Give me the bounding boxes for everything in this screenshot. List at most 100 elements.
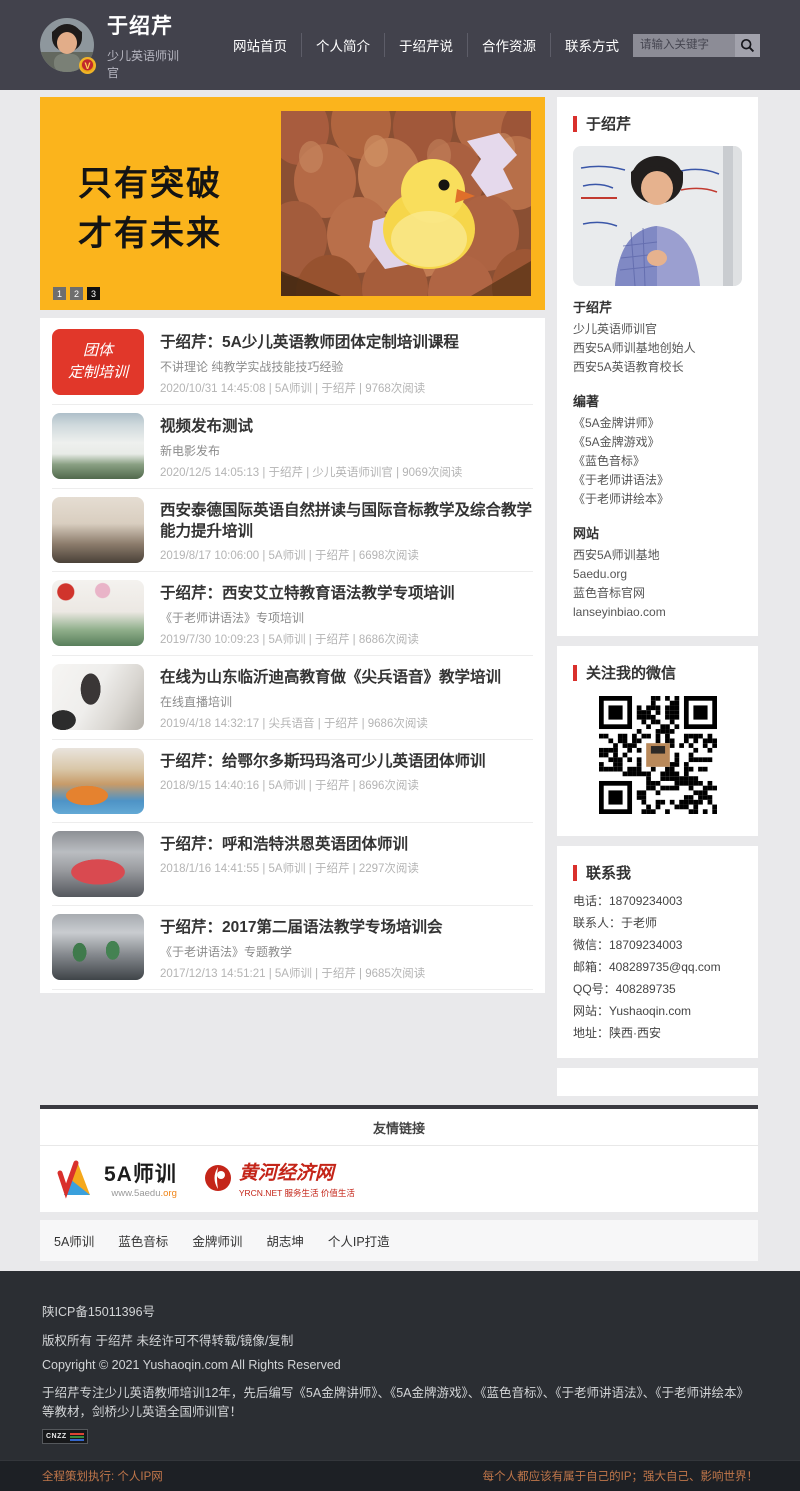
site-title: 于绍芹: [107, 10, 189, 40]
banner-carousel[interactable]: 只有突破 才有未来: [40, 97, 545, 310]
book-item: 《5A金牌讲师》: [573, 414, 742, 433]
article-row[interactable]: 于绍芹：给鄂尔多斯玛玛洛可少儿英语团体师训 2018/9/15 14:40:16…: [52, 740, 533, 823]
contact-line: 网站：Yushaoqin.com: [573, 1000, 742, 1022]
article-row[interactable]: 视频发布测试 新电影发布 2020/12/5 14:05:13 | 于绍芹 | …: [52, 405, 533, 489]
article-meta: 2019/8/17 10:06:00 | 5A师训 | 于绍芹 | 6698次阅…: [160, 547, 533, 563]
banner-page-dot[interactable]: 2: [70, 287, 83, 300]
nav-item[interactable]: 合作资源: [467, 33, 550, 57]
tag-link[interactable]: 蓝色音标: [118, 1231, 168, 1250]
article-meta: 2019/7/30 10:09:23 | 5A师训 | 于绍芹 | 8686次阅…: [160, 631, 533, 647]
friend-links-section: 友情链接 5A师训 www.5aedu.org 黄河经济网 YRCN.NET 服…: [40, 1105, 758, 1212]
bottom-bar-left: 全程策划执行: 个人IP网: [42, 1468, 163, 1484]
contact-line: QQ号：408289735: [573, 978, 742, 1000]
tag-links-row: 5A师训 蓝色音标 金牌师训 胡志坤 个人IP打造: [40, 1220, 758, 1261]
article-meta: 2019/4/18 14:32:17 | 尖兵语音 | 于绍芹 | 9686次阅…: [160, 715, 533, 731]
article-meta: 2020/12/5 14:05:13 | 于绍芹 | 少儿英语师训官 | 906…: [160, 464, 533, 480]
article-thumbnail[interactable]: [52, 664, 144, 730]
article-title[interactable]: 西安泰德国际英语自然拼读与国际音标教学及综合教学能力提升培训: [160, 500, 533, 542]
article-row[interactable]: 团体 定制培训 于绍芹：5A少儿英语教师团体定制培训课程 不讲理论 纯教学实战技…: [52, 321, 533, 405]
yellow-river-logo-sub: YRCN.NET 服务生活 价值生活: [239, 1187, 355, 1199]
search-icon: [740, 38, 755, 53]
article-thumbnail[interactable]: [52, 580, 144, 646]
wechat-heading: 关注我的微信: [573, 658, 742, 683]
5a-logo-name: 5A师训: [104, 1158, 177, 1188]
wechat-qr-code: [599, 696, 717, 814]
article-title[interactable]: 在线为山东临沂迪高教育做《尖兵语音》教学培训: [160, 667, 533, 688]
article-subtitle: 《于老讲语法》专题教学: [160, 943, 533, 960]
yellow-river-logo-name: 黄河经济网: [239, 1158, 355, 1185]
book-item: 《于老师讲绘本》: [573, 490, 742, 509]
footer-line: Copyright © 2021 Yushaoqin.com All Right…: [42, 1358, 758, 1372]
footer-line: 版权所有 于绍芹 未经许可不得转载/镜像/复制: [42, 1330, 758, 1349]
avatar[interactable]: V: [40, 18, 94, 72]
search-button[interactable]: [735, 34, 760, 57]
nav-item[interactable]: 网站首页: [219, 33, 301, 57]
nav-item[interactable]: 联系方式: [550, 33, 633, 57]
site-item[interactable]: lanseyinbiao.com: [573, 603, 742, 622]
wechat-card: 关注我的微信: [557, 646, 758, 836]
tag-link[interactable]: 5A师训: [54, 1231, 94, 1250]
article-row[interactable]: 于绍芹：西安艾立特教育语法教学专项培训 《于老师讲语法》专项培训 2019/7/…: [52, 572, 533, 656]
article-thumbnail[interactable]: 团体 定制培训: [52, 329, 144, 395]
site-header: V 于绍芹 少儿英语师训官 网站首页个人简介于绍芹说合作资源联系方式: [0, 0, 800, 90]
article-thumbnail[interactable]: [52, 748, 144, 814]
article-thumbnail[interactable]: [52, 831, 144, 897]
logo-5a-shixun[interactable]: 5A师训 www.5aedu.org: [56, 1157, 177, 1199]
cnzz-label: CNZZ: [46, 1433, 67, 1440]
banner-page-dot[interactable]: 1: [53, 287, 66, 300]
books-heading: 编著: [573, 391, 742, 410]
article-thumbnail[interactable]: [52, 914, 144, 980]
article-thumbnail[interactable]: [52, 413, 144, 479]
profile-photo: [573, 146, 742, 286]
contact-heading: 联系我: [573, 858, 742, 883]
contact-line: 微信：18709234003: [573, 934, 742, 956]
contact-line: 邮箱：408289735@qq.com: [573, 956, 742, 978]
contact-list: 电话：18709234003联系人：于老师微信：18709234003邮箱：40…: [573, 890, 742, 1044]
verified-badge-icon: V: [79, 57, 96, 74]
book-item: 《5A金牌游戏》: [573, 433, 742, 452]
sites-list: 西安5A师训基地5aedu.org蓝色音标官网lanseyinbiao.com: [573, 546, 742, 622]
banner-page-dot[interactable]: 3: [87, 287, 100, 300]
article-title[interactable]: 视频发布测试: [160, 416, 533, 437]
search-input[interactable]: [633, 34, 735, 57]
article-meta: 2017/12/13 14:51:21 | 5A师训 | 于绍芹 | 9685次…: [160, 965, 533, 981]
book-item: 《于老师讲语法》: [573, 471, 742, 490]
article-title[interactable]: 于绍芹：给鄂尔多斯玛玛洛可少儿英语团体师训: [160, 751, 533, 772]
search-box: [633, 34, 760, 57]
tag-link[interactable]: 金牌师训: [192, 1231, 242, 1250]
tag-link[interactable]: 胡志坤: [266, 1231, 304, 1250]
article-thumbnail[interactable]: [52, 497, 144, 563]
logo-yellow-river[interactable]: 黄河经济网 YRCN.NET 服务生活 价值生活: [203, 1158, 355, 1199]
site-item[interactable]: 蓝色音标官网: [573, 584, 742, 603]
contact-line: 电话：18709234003: [573, 890, 742, 912]
nav-item[interactable]: 于绍芹说: [384, 33, 467, 57]
article-row[interactable]: 西安泰德国际英语自然拼读与国际音标教学及综合教学能力提升培训 2019/8/17…: [52, 489, 533, 572]
banner-pagination: 123: [53, 287, 100, 300]
article-title[interactable]: 于绍芹：西安艾立特教育语法教学专项培训: [160, 583, 533, 604]
nav-item[interactable]: 个人简介: [301, 33, 384, 57]
contact-line: 地址：陕西·西安: [573, 1022, 742, 1044]
tag-link[interactable]: 个人IP打造: [328, 1231, 390, 1250]
thumbnail-text: 团体 定制培训: [68, 340, 128, 384]
article-title[interactable]: 于绍芹：5A少儿英语教师团体定制培训课程: [160, 332, 533, 353]
profile-card: 于绍芹: [557, 97, 758, 636]
article-title[interactable]: 于绍芹：2017第二届语法教学专场培训会: [160, 917, 533, 938]
article-meta: 2018/1/16 14:41:55 | 5A师训 | 于绍芹 | 2297次阅…: [160, 860, 533, 876]
article-row[interactable]: 于绍芹：2017第二届语法教学专场培训会 《于老讲语法》专题教学 2017/12…: [52, 906, 533, 990]
book-item: 《蓝色音标》: [573, 452, 742, 471]
profile-role: 少儿英语师训官: [573, 320, 742, 339]
cnzz-stats-badge[interactable]: CNZZ: [42, 1429, 88, 1444]
site-item[interactable]: 西安5A师训基地: [573, 546, 742, 565]
books-list: 《5A金牌讲师》《5A金牌游戏》《蓝色音标》《于老师讲语法》《于老师讲绘本》: [573, 414, 742, 509]
site-item[interactable]: 5aedu.org: [573, 565, 742, 584]
5a-logo-url: www.5aedu.org: [111, 1188, 177, 1199]
article-row[interactable]: 在线为山东临沂迪高教育做《尖兵语音》教学培训 在线直播培训 2019/4/18 …: [52, 656, 533, 740]
banner-slogan: 只有突破 才有未来: [78, 159, 222, 259]
article-row[interactable]: 于绍芹：呼和浩特洪恩英语团体师训 2018/1/16 14:41:55 | 5A…: [52, 823, 533, 906]
article-title[interactable]: 于绍芹：呼和浩特洪恩英语团体师训: [160, 834, 533, 855]
banner-image-chick: [281, 111, 531, 296]
sites-heading: 网站: [573, 523, 742, 542]
yellow-river-logo-icon: [203, 1163, 233, 1193]
profile-role: 西安5A英语教育校长: [573, 358, 742, 377]
article-list: 团体 定制培训 于绍芹：5A少儿英语教师团体定制培训课程 不讲理论 纯教学实战技…: [40, 318, 545, 993]
